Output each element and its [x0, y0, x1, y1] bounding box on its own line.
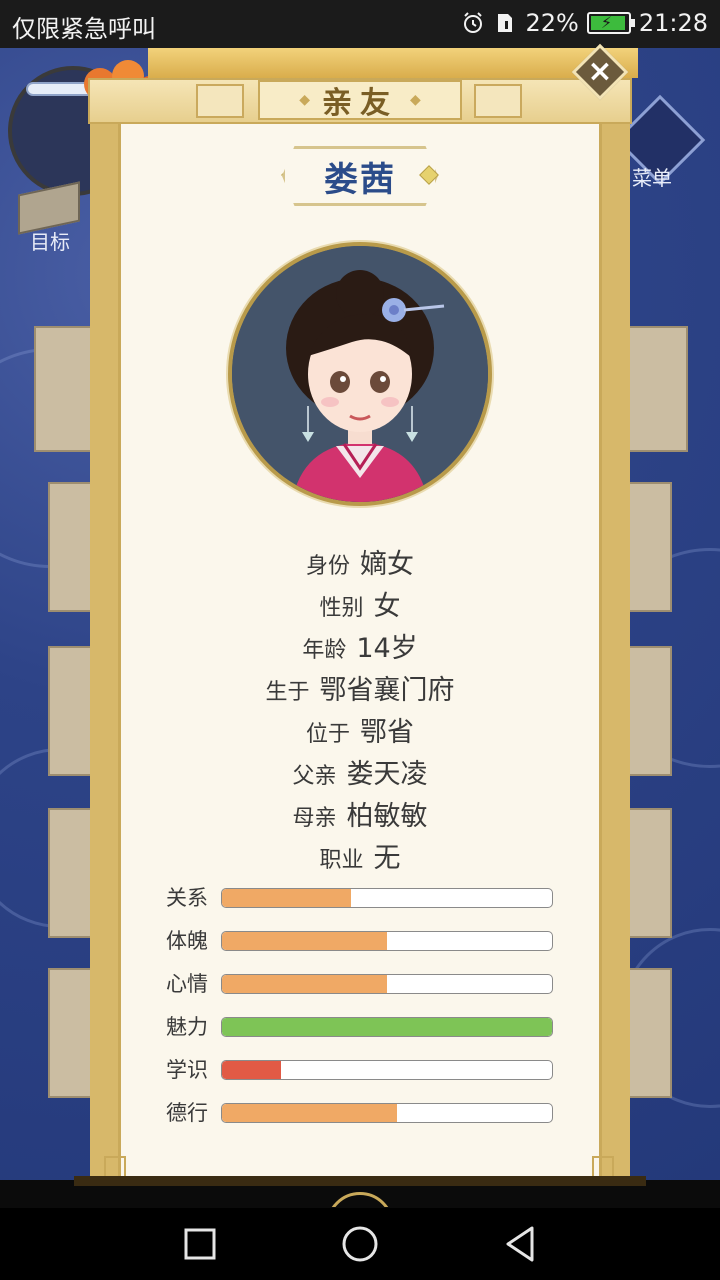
character-name-tag: 娄茜 [282, 146, 438, 206]
stat-bar [221, 888, 553, 908]
home-icon[interactable] [338, 1222, 382, 1266]
info-value: 娄天凌 [346, 759, 428, 790]
stat-label: 心情 [166, 972, 208, 996]
info-row: 父亲 娄天凌 [118, 752, 602, 791]
girl-portrait-image [232, 246, 488, 502]
status-bar: 仅限紧急呼叫 22% ⚡ 21:28 [0, 0, 720, 48]
info-key: 位于 [305, 722, 350, 747]
info-row: 母亲 柏敏敏 [118, 794, 602, 833]
carrier-text: 仅限紧急呼叫 [12, 15, 156, 43]
recent-apps-icon[interactable] [178, 1222, 222, 1266]
stat-bar-fill [222, 1018, 552, 1036]
info-value: 嫡女 [360, 549, 414, 580]
stat-row: 关系 [166, 886, 556, 910]
info-row: 身份 嫡女 [118, 542, 602, 581]
info-row: 职业无 [118, 836, 602, 875]
back-icon[interactable] [498, 1222, 542, 1266]
header-ornament-left [196, 84, 244, 118]
dialog-bottom-edge [74, 1176, 646, 1186]
info-value: 女 [373, 591, 401, 622]
info-row: 性别女 [118, 584, 602, 623]
stat-bar-fill [222, 889, 351, 907]
info-row: 位于 鄂省 [118, 710, 602, 749]
alarm-icon [464, 12, 483, 33]
stat-bar-fill [222, 1061, 282, 1079]
stat-bar [221, 1103, 553, 1123]
stat-bar-fill [222, 932, 387, 950]
info-key: 生于 [265, 680, 310, 705]
info-value: 柏敏敏 [346, 801, 428, 832]
dialog-top-ornament [148, 48, 638, 78]
stat-row: 学识 [166, 1058, 556, 1082]
goal-label: 目标 [30, 230, 70, 254]
info-row: 年龄 14岁 [118, 626, 602, 665]
stat-bar [221, 1060, 553, 1080]
stat-bar [221, 974, 553, 994]
paper-corner-ornament [592, 1156, 614, 1178]
clock: 21:28 [638, 9, 708, 37]
stat-label: 德行 [166, 1101, 208, 1125]
stat-label: 魅力 [166, 1015, 208, 1039]
stat-row: 体魄 [166, 929, 556, 953]
close-icon[interactable]: × [580, 52, 620, 92]
stat-row: 德行 [166, 1101, 556, 1125]
stat-bar [221, 931, 553, 951]
info-value: 14岁 [356, 633, 418, 664]
info-key: 性别 [319, 596, 364, 621]
character-portrait [228, 242, 492, 506]
stat-bar-fill [222, 1104, 397, 1122]
header-ornament-right [474, 84, 522, 118]
sim-icon [498, 14, 513, 32]
stat-bar-fill [222, 975, 387, 993]
info-value: 鄂省襄门府 [319, 675, 455, 706]
info-value: 鄂省 [360, 717, 414, 748]
info-key: 身份 [305, 554, 350, 579]
stat-label: 体魄 [166, 929, 208, 953]
info-key: 母亲 [292, 806, 337, 831]
character-name: 娄茜 [324, 159, 396, 200]
stat-row: 魅力 [166, 1015, 556, 1039]
info-value: 无 [373, 843, 401, 874]
battery-percent: 22% [525, 9, 579, 37]
info-key: 父亲 [292, 764, 337, 789]
menu-label: 菜单 [632, 166, 672, 190]
stat-label: 关系 [166, 886, 208, 910]
stat-label: 学识 [166, 1058, 208, 1082]
android-nav-bar [0, 1208, 720, 1280]
battery-icon: ⚡ [586, 12, 635, 34]
dialog-title: ◆ 亲友 ◆ [258, 80, 462, 121]
info-row: 生于 鄂省襄门府 [118, 668, 602, 707]
stat-bar [221, 1017, 553, 1037]
info-key: 职业 [319, 848, 364, 873]
paper-corner-ornament [104, 1156, 126, 1178]
stat-row: 心情 [166, 972, 556, 996]
info-key: 年龄 [302, 638, 347, 663]
